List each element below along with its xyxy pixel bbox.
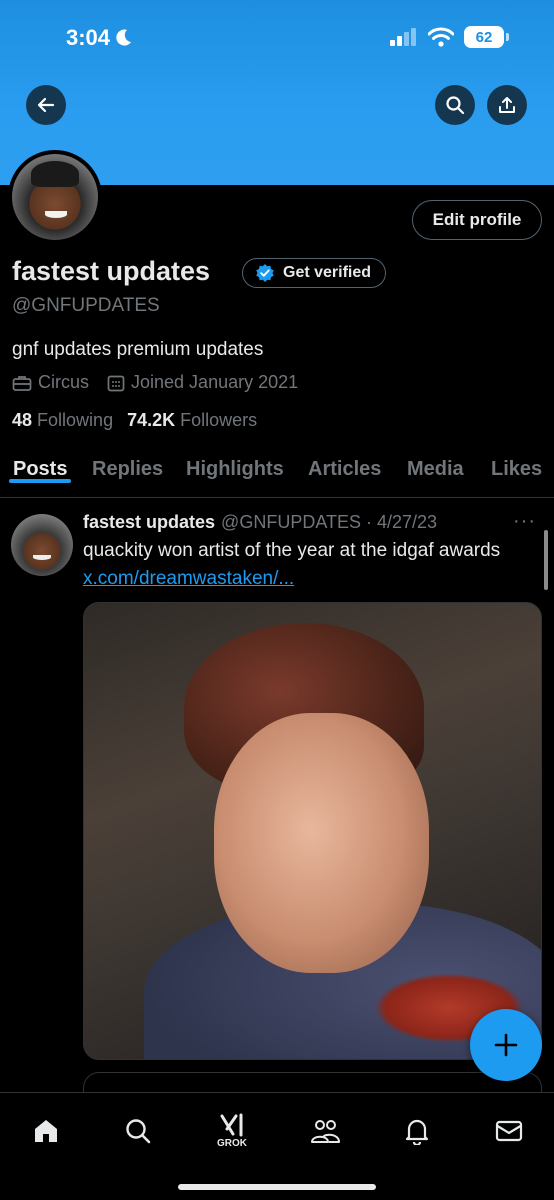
- profile-bio: gnf updates premium updates: [12, 339, 264, 360]
- briefcase-icon: [12, 375, 32, 391]
- plus-icon: [494, 1033, 518, 1057]
- follow-stats: 48 Following 74.2K Followers: [12, 410, 257, 431]
- grok-label: GROK: [217, 1138, 247, 1149]
- calendar-icon: [107, 375, 125, 391]
- nav-messages[interactable]: [489, 1111, 529, 1151]
- moon-icon: [116, 29, 132, 46]
- search-icon: [126, 1119, 151, 1144]
- post-link[interactable]: x.com/dreamwastaken/...: [83, 568, 294, 590]
- bell-icon: [405, 1119, 429, 1145]
- profile-tabs: Posts Replies Highlights Articles Media …: [0, 452, 554, 498]
- arrow-left-icon: [37, 97, 55, 113]
- tab-likes[interactable]: Likes: [491, 452, 542, 481]
- scrollbar[interactable]: [544, 530, 548, 590]
- nav-grok[interactable]: GROK: [212, 1111, 252, 1151]
- nav-explore[interactable]: [118, 1111, 158, 1151]
- joined-label: Joined January 2021: [131, 372, 299, 392]
- post-image[interactable]: [83, 602, 542, 1060]
- post-avatar[interactable]: [11, 514, 73, 576]
- nav-communities[interactable]: [305, 1111, 345, 1151]
- verified-badge-icon: [256, 264, 274, 282]
- profile-avatar[interactable]: [8, 150, 102, 244]
- compose-post-button[interactable]: [470, 1009, 542, 1081]
- post-header: fastest updates @GNFUPDATES · 4/27/23: [83, 512, 437, 533]
- bottom-navigation: GROK: [0, 1092, 554, 1200]
- tab-highlights[interactable]: Highlights: [186, 452, 284, 481]
- post-text: quackity won artist of the year at the i…: [83, 540, 501, 561]
- post-handle-date: @GNFUPDATES · 4/27/23: [221, 512, 438, 532]
- status-time: 3:04: [66, 25, 132, 51]
- profile-meta: Circus Joined January 2021: [12, 372, 298, 393]
- following-link[interactable]: 48 Following: [12, 410, 113, 431]
- home-indicator[interactable]: [178, 1184, 376, 1190]
- search-icon: [446, 96, 465, 115]
- nav-home[interactable]: [26, 1111, 66, 1151]
- home-icon: [35, 1120, 57, 1142]
- cellular-signal-icon: [390, 28, 416, 46]
- tab-media[interactable]: Media: [407, 452, 464, 481]
- communities-icon: [311, 1120, 340, 1143]
- edit-profile-button[interactable]: Edit profile: [412, 200, 542, 240]
- get-verified-button[interactable]: Get verified: [242, 258, 387, 288]
- wifi-icon: [428, 27, 454, 47]
- status-indicators: 62: [390, 26, 509, 48]
- category-label: Circus: [38, 372, 90, 392]
- tab-replies[interactable]: Replies: [92, 452, 163, 481]
- profile-handle: @GNFUPDATES: [12, 295, 160, 316]
- tab-articles[interactable]: Articles: [308, 452, 381, 481]
- search-button[interactable]: [435, 85, 475, 125]
- profile-category: Circus: [12, 372, 89, 393]
- tab-posts[interactable]: Posts: [8, 452, 72, 483]
- battery-indicator: 62: [464, 26, 509, 48]
- post-more-button[interactable]: ···: [513, 510, 536, 533]
- post-author-name[interactable]: fastest updates: [83, 512, 215, 533]
- share-icon: [499, 97, 515, 113]
- followers-link[interactable]: 74.2K Followers: [127, 410, 257, 431]
- get-verified-label: Get verified: [283, 264, 372, 281]
- profile-display-name: fastest updates: [12, 256, 211, 286]
- grok-icon: [220, 1113, 243, 1137]
- profile-joined: Joined January 2021: [107, 372, 298, 393]
- back-button[interactable]: [26, 85, 66, 125]
- envelope-icon: [495, 1120, 523, 1142]
- nav-notifications[interactable]: [397, 1111, 437, 1151]
- share-button[interactable]: [487, 85, 527, 125]
